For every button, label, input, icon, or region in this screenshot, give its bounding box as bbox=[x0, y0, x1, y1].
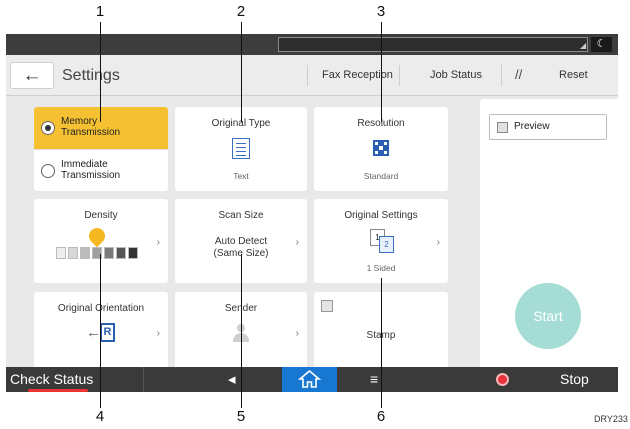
density-segment bbox=[128, 247, 138, 259]
job-status-button[interactable]: Job Status bbox=[430, 69, 482, 81]
callout-line-6 bbox=[381, 278, 382, 408]
density-scale bbox=[56, 247, 140, 259]
callout-3: 3 bbox=[376, 3, 386, 20]
density-marker-icon bbox=[85, 224, 109, 248]
side-panel: Preview Start bbox=[480, 99, 618, 367]
density-tile[interactable]: Density › bbox=[34, 199, 168, 283]
radio-selected-icon bbox=[41, 121, 55, 135]
device-screen: ◢ ☾ ← Settings Fax Reception Job Status … bbox=[6, 34, 618, 392]
density-segment bbox=[56, 247, 66, 259]
memory-transmission-option[interactable]: Memory Transmission bbox=[34, 107, 168, 149]
check-status-alert-indicator bbox=[28, 389, 88, 392]
status-message-field bbox=[278, 37, 588, 52]
fax-reception-button[interactable]: Fax Reception bbox=[322, 69, 393, 81]
chevron-right-icon: › bbox=[295, 237, 299, 248]
stop-label: Stop bbox=[560, 371, 589, 387]
stop-button[interactable]: Stop bbox=[480, 367, 618, 392]
callout-line-1 bbox=[100, 22, 101, 122]
callout-6: 6 bbox=[376, 408, 386, 425]
preview-checkbox[interactable] bbox=[497, 122, 508, 133]
transmission-mode-tile: Memory Transmission Immediate Transmissi… bbox=[34, 107, 168, 191]
immediate-transmission-option[interactable]: Immediate Transmission bbox=[34, 149, 168, 191]
bottom-bar: Check Status ◂ ≡ Stop bbox=[6, 367, 618, 392]
callout-2: 2 bbox=[236, 3, 246, 20]
start-button[interactable]: Start bbox=[515, 283, 581, 349]
original-orientation-tile[interactable]: Original Orientation ← R › bbox=[34, 292, 168, 372]
chevron-right-icon: › bbox=[436, 237, 440, 248]
memory-transmission-label: Memory Transmission bbox=[61, 116, 121, 138]
preview-label: Preview bbox=[514, 121, 550, 132]
chevron-right-icon: › bbox=[295, 328, 299, 339]
density-segment bbox=[80, 247, 90, 259]
density-segment bbox=[116, 247, 126, 259]
back-button[interactable]: ← bbox=[10, 62, 54, 89]
callout-line-3 bbox=[381, 22, 382, 122]
resolution-pattern-icon bbox=[373, 140, 389, 156]
original-settings-value: 1 Sided bbox=[366, 263, 396, 273]
preview-toggle[interactable]: Preview bbox=[489, 114, 607, 140]
original-settings-tile[interactable]: Original Settings 1 2 1 Sided › bbox=[314, 199, 448, 283]
header-divider bbox=[307, 65, 308, 86]
menu-icon[interactable]: ≡ bbox=[370, 367, 378, 392]
immediate-transmission-label: Immediate Transmission bbox=[61, 159, 121, 181]
original-settings-label: Original Settings bbox=[344, 210, 418, 221]
callout-line-2 bbox=[241, 22, 242, 122]
home-icon bbox=[297, 369, 322, 388]
callout-5: 5 bbox=[236, 408, 246, 425]
chevron-right-icon: › bbox=[156, 237, 160, 248]
density-segment bbox=[68, 247, 78, 259]
callout-4: 4 bbox=[95, 408, 105, 425]
scan-size-label: Scan Size bbox=[218, 210, 264, 221]
stop-icon bbox=[496, 373, 509, 386]
original-orientation-label: Original Orientation bbox=[57, 303, 145, 314]
reset-button[interactable]: Reset bbox=[559, 69, 588, 81]
page-title: Settings bbox=[62, 67, 120, 84]
original-type-value: Text bbox=[233, 171, 249, 181]
reset-icon[interactable]: // bbox=[515, 67, 522, 82]
resolution-value: Standard bbox=[363, 171, 399, 181]
top-status-bar: ◢ ☾ bbox=[6, 34, 618, 55]
header-bar: ← Settings Fax Reception Job Status // R… bbox=[6, 55, 618, 96]
resize-corner-icon: ◢ bbox=[580, 41, 587, 50]
header-divider bbox=[399, 65, 400, 86]
radio-unselected-icon bbox=[41, 164, 55, 178]
energy-saver-moon-icon[interactable]: ☾ bbox=[591, 37, 612, 52]
back-arrow-icon[interactable]: ◂ bbox=[228, 367, 236, 392]
callout-1: 1 bbox=[95, 3, 105, 20]
one-sided-original-icon: 1 2 bbox=[370, 229, 396, 254]
stamp-checkbox[interactable] bbox=[321, 300, 333, 312]
orientation-icon: ← R bbox=[86, 322, 116, 344]
text-document-icon bbox=[232, 138, 250, 159]
callout-line-4 bbox=[100, 254, 101, 408]
callout-line-5 bbox=[241, 254, 242, 408]
chevron-right-icon: › bbox=[156, 328, 160, 339]
density-label: Density bbox=[84, 210, 118, 221]
density-segment bbox=[104, 247, 114, 259]
figure-code: DRY233 bbox=[594, 414, 628, 424]
header-divider bbox=[501, 65, 502, 86]
home-button[interactable] bbox=[282, 367, 337, 392]
